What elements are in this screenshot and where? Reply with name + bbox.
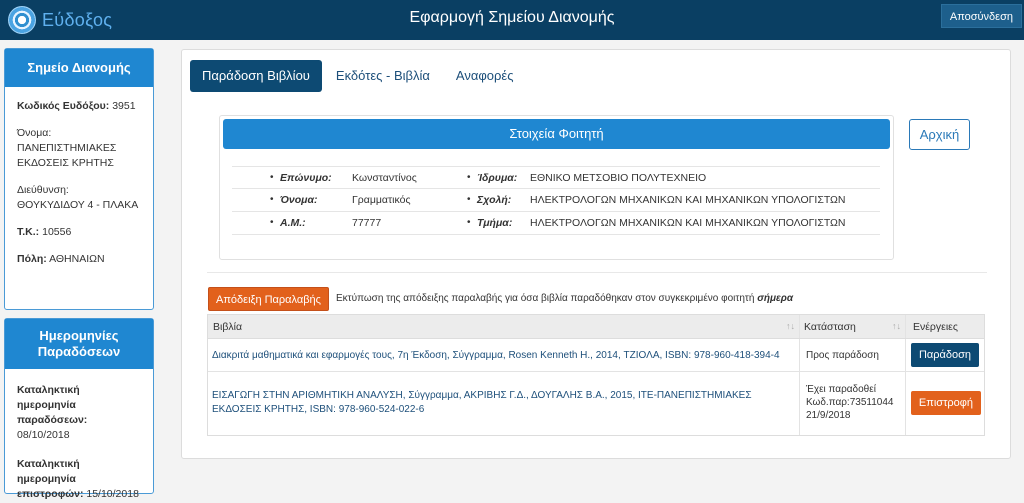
bullet-icon: • [467,194,471,205]
student-row-2: • Όνομα: Γραμματικός • Σχολή: ΗΛΕΚΤΡΟΛΟΓ… [232,189,880,212]
return-deadline-row: Καταληκτική ημερομηνία επιστροφών: 15/10… [17,457,141,502]
header-books[interactable]: Βιβλία [213,321,242,333]
book-title[interactable]: ΕΙΣΑΓΩΓΗ ΣΤΗΝ ΑΡΙΘΜΗΤΙΚΗ ΑΝΑΛΥΣΗ, Σύγγρα… [212,389,752,417]
city-row: Πόλη: ΑΘΗΝΑΙΩΝ [17,252,141,267]
book-title[interactable]: Διακριτά μαθηματικά και εφαρμογές τους, … [212,349,780,363]
address-row: Διεύθυνση: ΘΟΥΚΥΔΙΔΟΥ 4 - ΠΛΑΚΑ [17,183,141,213]
surname-value: Κωνσταντίνος [352,172,417,184]
book-status: Έχει παραδοθεί Κωδ.παρ:73511044 21/9/201… [806,383,893,422]
delivery-dates-heading: Ημερομηνίες Παραδόσεων [5,319,153,369]
school-label: Σχολή: [477,194,512,206]
delivery-deadline-label: Καταληκτική ημερομηνία παραδόσεων: [17,384,88,426]
institution-label: Ίδρυμα: [477,172,518,184]
zip-label: Τ.Κ.: [17,226,40,238]
city-value: ΑΘΗΝΑΙΩΝ [49,253,105,265]
address-label: Διεύθυνση: [17,184,69,196]
firstname-label: Όνομα: [280,194,318,206]
code-row: Κωδικός Ευδόξου: 3951 [17,99,141,114]
home-button[interactable]: Αρχική [909,119,970,150]
code-label: Κωδικός Ευδόξου: [17,100,110,112]
header-status[interactable]: Κατάσταση [804,321,856,333]
column-divider [799,372,800,435]
tab-reports[interactable]: Αναφορές [444,60,526,92]
department-label: Τμήμα: [477,217,513,229]
column-divider [799,315,800,338]
delivery-deadline-value: 08/10/2018 [17,429,70,441]
column-divider [799,339,800,371]
bullet-icon: • [467,217,471,228]
student-card: Στοιχεία Φοιτητή • Επώνυμο: Κωνσταντίνος… [219,115,894,260]
student-details: • Επώνυμο: Κωνσταντίνος • Ίδρυμα: ΕΘΝΙΚΟ… [232,166,880,235]
distribution-point-panel: Σημείο Διανομής Κωδικός Ευδόξου: 3951 Όν… [4,48,154,310]
books-table-header: Βιβλία ↑↓ Κατάσταση ↑↓ Ενέργειες [208,315,984,339]
bullet-icon: • [270,172,274,183]
tab-bar: Παράδοση Βιβλίου Εκδότες - Βιβλία Αναφορ… [190,60,527,92]
institution-value: ΕΘΝΙΚΟ ΜΕΤΣΟΒΙΟ ΠΟΛΥΤΕΧΝΕΙΟ [530,172,707,184]
tab-book-delivery[interactable]: Παράδοση Βιβλίου [190,60,322,92]
address-value: ΘΟΥΚΥΔΙΔΟΥ 4 - ΠΛΑΚΑ [17,199,139,211]
bullet-icon: • [467,172,471,183]
receipt-text-emphasis: σήμερα [757,293,794,304]
receipt-text: Εκτύπωση της απόδειξης παραλαβής για όσα… [336,293,755,304]
name-row: Όνομα: ΠΑΝΕΠΙΣΤΗΜΙΑΚΕΣ ΕΚΔΟΣΕΙΣ ΚΡΗΤΗΣ [17,126,141,171]
logout-button[interactable]: Αποσύνδεση [940,4,1022,28]
return-deadline-value: 15/10/2018 [86,488,139,500]
top-bar: Εύδοξος Εφαρμογή Σημείου Διανομής Αποσύν… [0,0,1024,40]
book-status-line3: 21/9/2018 [806,410,851,421]
zip-value: 10556 [42,226,72,238]
column-divider [905,339,906,371]
book-status-line2: Κωδ.παρ:73511044 [806,397,894,408]
school-value: ΗΛΕΚΤΡΟΛΟΓΩΝ ΜΗΧΑΝΙΚΩΝ ΚΑΙ ΜΗΧΑΝΙΚΩΝ ΥΠΟ… [530,194,846,206]
column-divider [905,315,906,338]
sort-icon[interactable]: ↑↓ [786,321,795,331]
am-label: Α.Μ.: [280,217,306,229]
bullet-icon: • [270,217,274,228]
deliver-button[interactable]: Παράδοση [911,343,979,367]
header-actions: Ενέργειες [913,321,958,333]
delivery-dates-panel: Ημερομηνίες Παραδόσεων Καταληκτική ημερο… [4,318,154,500]
book-status-line1: Έχει παραδοθεί [806,384,876,395]
tab-publishers-books[interactable]: Εκδότες - Βιβλία [324,60,442,92]
department-value: ΗΛΕΚΤΡΟΛΟΓΩΝ ΜΗΧΑΝΙΚΩΝ ΚΑΙ ΜΗΧΑΝΙΚΩΝ ΥΠΟ… [530,217,846,229]
student-row-1: • Επώνυμο: Κωνσταντίνος • Ίδρυμα: ΕΘΝΙΚΟ… [232,166,880,189]
books-table: Βιβλία ↑↓ Κατάσταση ↑↓ Ενέργειες Διακριτ… [207,314,985,436]
return-deadline-label: Καταληκτική ημερομηνία επιστροφών: [17,458,84,500]
city-label: Πόλη: [17,253,47,265]
divider [207,272,987,273]
student-row-3: • Α.Μ.: 77777 • Τμήμα: ΗΛΕΚΤΡΟΛΟΓΩΝ ΜΗΧΑ… [232,212,880,235]
student-heading: Στοιχεία Φοιτητή [223,119,890,149]
zip-row: Τ.Κ.: 10556 [17,225,141,240]
book-title-line2: ΕΚΔΟΣΕΙΣ ΚΡΗΤΗΣ, ISBN: 978-960-524-022-6 [212,404,425,415]
delivery-dates-heading-line2: Παραδόσεων [37,344,121,359]
name-label: Όνομα: [17,127,52,139]
receipt-description: Εκτύπωση της απόδειξης παραλαβής για όσα… [336,293,793,304]
distribution-point-heading: Σημείο Διανομής [5,49,153,87]
firstname-value: Γραμματικός [352,194,411,206]
book-status: Προς παράδοση [806,350,879,361]
bullet-icon: • [270,194,274,205]
receipt-button[interactable]: Απόδειξη Παραλαβής [208,287,329,311]
delivery-deadline-row: Καταληκτική ημερομηνία παραδόσεων: 08/10… [17,383,141,443]
sort-icon[interactable]: ↑↓ [892,321,901,331]
main-content: Παράδοση Βιβλίου Εκδότες - Βιβλία Αναφορ… [181,49,1011,459]
am-value: 77777 [352,217,382,229]
delivery-dates-heading-line1: Ημερομηνίες [39,328,119,343]
table-row: Διακριτά μαθηματικά και εφαρμογές τους, … [208,339,984,372]
surname-label: Επώνυμο: [280,172,332,184]
column-divider [905,372,906,435]
table-row: ΕΙΣΑΓΩΓΗ ΣΤΗΝ ΑΡΙΘΜΗΤΙΚΗ ΑΝΑΛΥΣΗ, Σύγγρα… [208,372,984,435]
name-value: ΠΑΝΕΠΙΣΤΗΜΙΑΚΕΣ ΕΚΔΟΣΕΙΣ ΚΡΗΤΗΣ [17,142,117,169]
book-title-line1: ΕΙΣΑΓΩΓΗ ΣΤΗΝ ΑΡΙΘΜΗΤΙΚΗ ΑΝΑΛΥΣΗ, Σύγγρα… [212,390,752,401]
app-title: Εφαρμογή Σημείου Διανομής [409,9,615,26]
return-button[interactable]: Επιστροφή [911,391,981,415]
code-value: 3951 [112,100,136,112]
